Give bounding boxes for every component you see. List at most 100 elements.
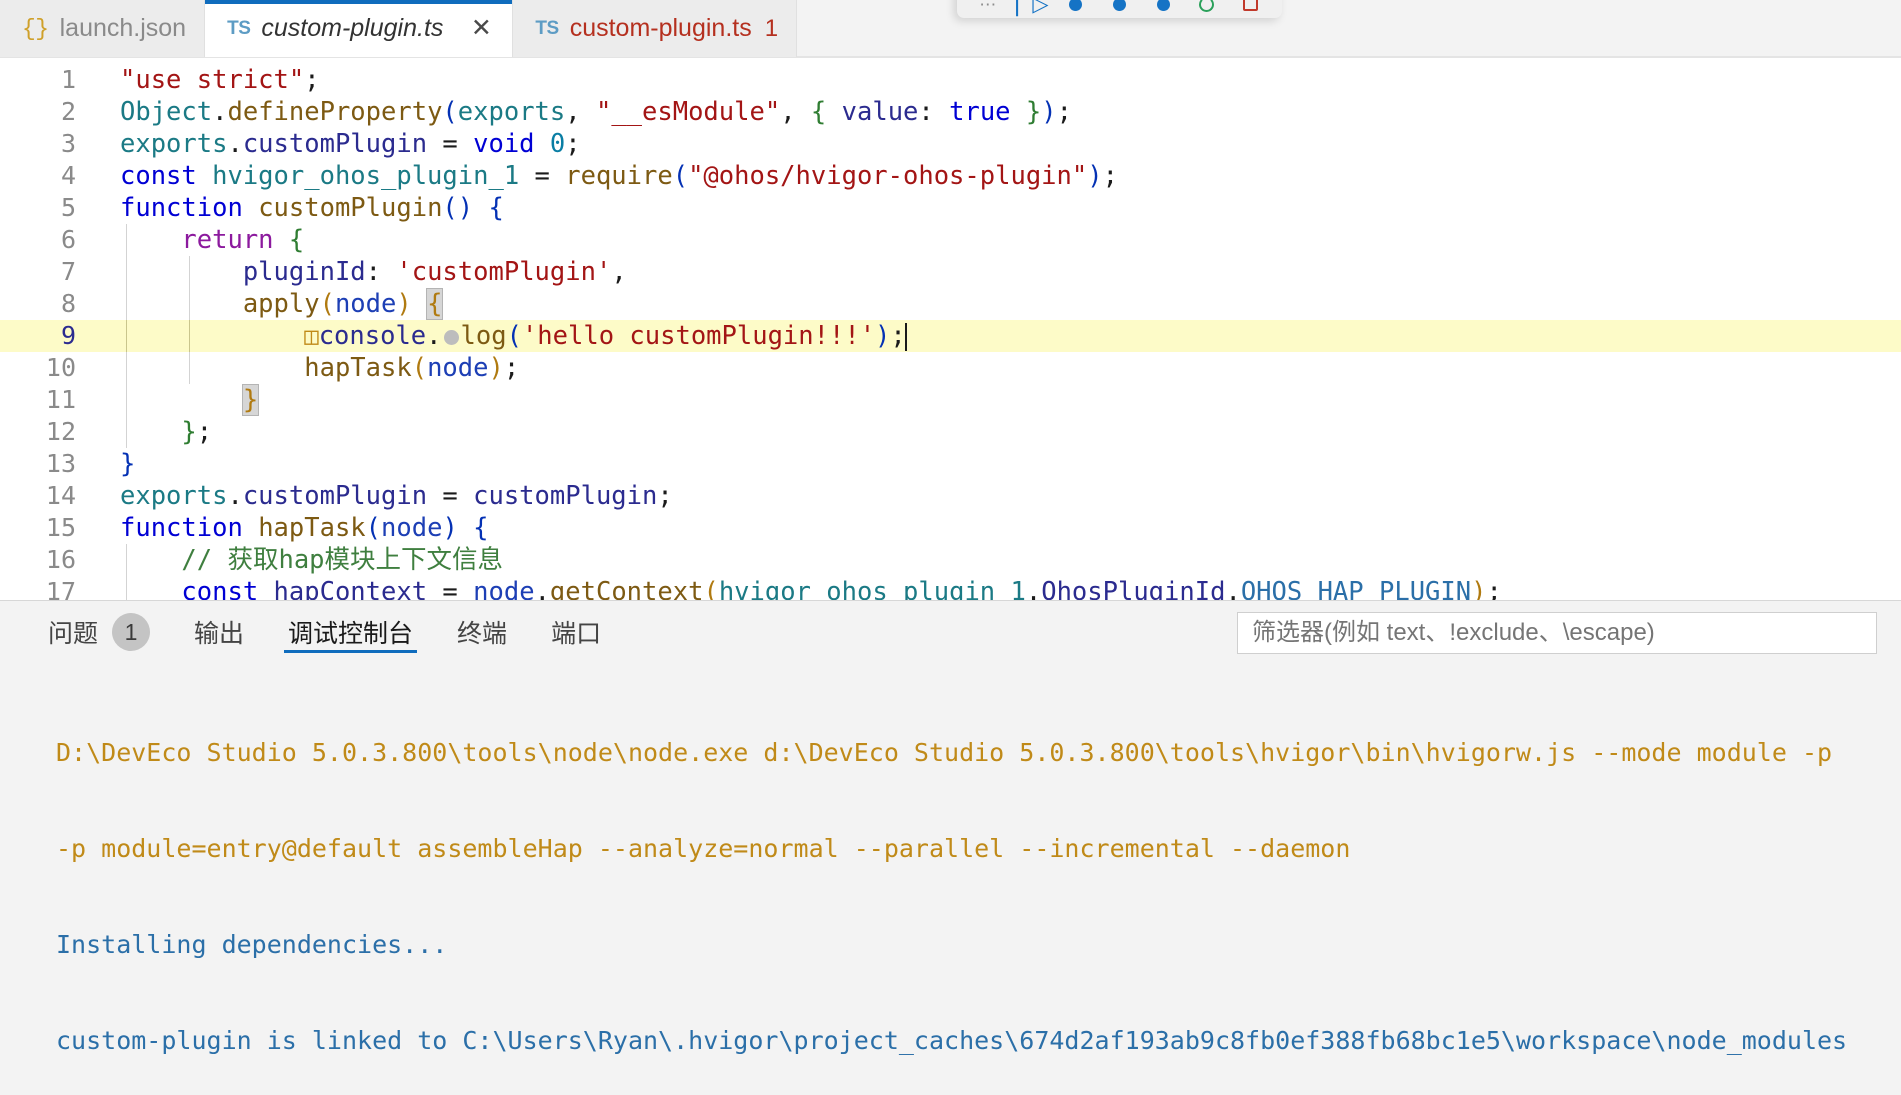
tab-custom-plugin-ts-error[interactable]: TS custom-plugin.ts 1 — [513, 0, 798, 57]
line-number: 2 — [60, 97, 76, 126]
code-line: 13 } — [0, 448, 1901, 480]
line-content: // 获取hap模块上下文信息 — [120, 544, 503, 576]
line-content: exports.customPlugin = void 0; — [120, 129, 581, 159]
line-content: apply(node) { — [120, 288, 444, 320]
panel-tab-terminal[interactable]: 终端 — [435, 601, 529, 663]
debug-floating-toolbar[interactable]: ⋯ ▏▷ — [957, 0, 1282, 18]
step-out-icon[interactable] — [1098, 0, 1142, 15]
code-line: 16 // 获取hap模块上下文信息 — [0, 544, 1901, 576]
line-number: 1 — [60, 65, 76, 94]
debug-console-output[interactable]: D:\DevEco Studio 5.0.3.800\tools\node\no… — [0, 663, 1901, 1095]
continue-icon[interactable] — [1141, 0, 1185, 15]
line9-string: 'hello customPlugin!!!' — [521, 321, 876, 351]
code-line: 14 exports.customPlugin = customPlugin; — [0, 480, 1901, 512]
debug-inline-marker-icon — [443, 329, 459, 345]
line-content: }; — [120, 416, 212, 448]
line-content: exports.customPlugin = customPlugin; — [120, 481, 673, 511]
panel-tab-label: 问题 — [48, 620, 99, 648]
line-number: 11 — [45, 385, 76, 414]
panel-tab-label: 调试控制台 — [288, 620, 414, 648]
panel-tab-ports[interactable]: 端口 — [529, 601, 623, 663]
inlay-hint-icon: ◫ — [304, 322, 319, 350]
line-number: 15 — [45, 513, 76, 542]
line-number: 13 — [45, 449, 76, 478]
line-content: ◫console. log('hello customPlugin!!!'); — [120, 320, 907, 352]
step-over-icon[interactable]: ▏▷ — [1011, 0, 1055, 15]
code-line: 10 hapTask(node); — [0, 352, 1901, 384]
typescript-icon: TS — [535, 17, 559, 39]
panel-tab-label: 端口 — [551, 620, 602, 648]
console-filter-input[interactable] — [1237, 612, 1877, 654]
panel-tab-label: 终端 — [457, 620, 508, 648]
tab-custom-plugin-ts-active[interactable]: TS custom-plugin.ts ✕ — [205, 0, 514, 57]
line-content: function hapTask(node) { — [120, 513, 489, 543]
panel-tab-problems[interactable]: 问题 1 — [26, 601, 172, 663]
line-number: 6 — [60, 225, 76, 254]
code-line: 2 Object.defineProperty(exports, "__esMo… — [0, 96, 1901, 128]
line-content: const hvigor_ohos_plugin_1 = require("@o… — [120, 161, 1118, 191]
panel-tab-bar: 问题 1 输出 调试控制台 终端 端口 — [0, 601, 1901, 663]
tab-label: launch.json — [59, 14, 187, 42]
line-number: 10 — [45, 353, 76, 382]
code-line: 12 }; — [0, 416, 1901, 448]
tab-label: custom-plugin.ts — [261, 14, 444, 42]
text-cursor — [904, 323, 907, 351]
stop-icon[interactable] — [1228, 0, 1272, 15]
line-number: 7 — [60, 257, 76, 286]
matching-brace-close: } — [241, 384, 260, 416]
code-line: 7 pluginId: 'customPlugin', — [0, 256, 1901, 288]
code-comment: // 获取hap模块上下文信息 — [181, 545, 504, 575]
problems-count-badge: 1 — [112, 613, 151, 651]
console-line: Installing dependencies... — [56, 930, 448, 959]
panel-tab-debug-console[interactable]: 调试控制台 — [266, 601, 435, 663]
line-content: "use strict"; — [120, 65, 320, 95]
code-line: 8 apply(node) { — [0, 288, 1901, 320]
bottom-panel: 问题 1 输出 调试控制台 终端 端口 D:\DevEco Studio 5.0… — [0, 600, 1901, 1095]
line-number: 4 — [60, 161, 76, 190]
typescript-icon: TS — [227, 17, 251, 39]
line-content: return { — [120, 224, 304, 256]
line-number: 8 — [60, 289, 76, 318]
editor-tab-bar: {} launch.json TS custom-plugin.ts ✕ TS … — [0, 0, 1901, 58]
close-icon[interactable]: ✕ — [468, 16, 494, 41]
panel-tab-label: 输出 — [194, 620, 245, 648]
code-line: 3 exports.customPlugin = void 0; — [0, 128, 1901, 160]
line-number: 9 — [60, 321, 76, 350]
code-line: 11 } — [0, 384, 1901, 416]
tab-label: custom-plugin.ts — [569, 14, 752, 42]
line-number: 16 — [45, 545, 76, 574]
code-line: 5 function customPlugin() { — [0, 192, 1901, 224]
tab-error-count-badge: 1 — [764, 14, 779, 42]
line9-indent — [120, 321, 304, 351]
vscode-window: {} launch.json TS custom-plugin.ts ✕ TS … — [0, 0, 1901, 1095]
console-line: D:\DevEco Studio 5.0.3.800\tools\node\no… — [56, 738, 1833, 767]
line-content: const hapContext = node.getContext(hvigo… — [120, 576, 1502, 600]
code-editor[interactable]: 1 "use strict"; 2 Object.defineProperty(… — [0, 58, 1901, 600]
panel-tab-output[interactable]: 输出 — [172, 601, 266, 663]
filter-container — [1237, 612, 1877, 654]
line-number: 5 — [60, 193, 76, 222]
code-line: 4 const hvigor_ohos_plugin_1 = require("… — [0, 160, 1901, 192]
line-number: 12 — [45, 417, 76, 446]
line-content: pluginId: 'customPlugin', — [120, 256, 627, 288]
line-content: } — [120, 384, 260, 416]
restart-icon[interactable] — [1185, 0, 1229, 15]
drag-handle-icon[interactable]: ⋯ — [967, 0, 1011, 15]
code-line: 15 function hapTask(node) { — [0, 512, 1901, 544]
line-content: hapTask(node); — [120, 352, 519, 384]
line-number: 14 — [45, 481, 76, 510]
console-line: custom-plugin is linked to C:\Users\Ryan… — [56, 1026, 1848, 1055]
console-line: -p module=entry@default assembleHap --an… — [56, 834, 1351, 863]
line9-console: console — [318, 321, 427, 351]
step-into-icon[interactable] — [1054, 0, 1098, 15]
json-braces-icon: {} — [22, 15, 49, 42]
line-content: Object.defineProperty(exports, "__esModu… — [120, 97, 1072, 127]
line-number: 3 — [60, 129, 76, 158]
code-line-current: 9 ◫console. log('hello customPlugin!!!'); — [0, 320, 1901, 352]
line-number: 17 — [45, 577, 76, 600]
code-line: 17 const hapContext = node.getContext(hv… — [0, 576, 1901, 600]
tab-launch-json[interactable]: {} launch.json — [0, 0, 206, 57]
line-content: function customPlugin() { — [120, 193, 504, 223]
line9-log: log — [460, 321, 507, 351]
code-line: 1 "use strict"; — [0, 64, 1901, 96]
